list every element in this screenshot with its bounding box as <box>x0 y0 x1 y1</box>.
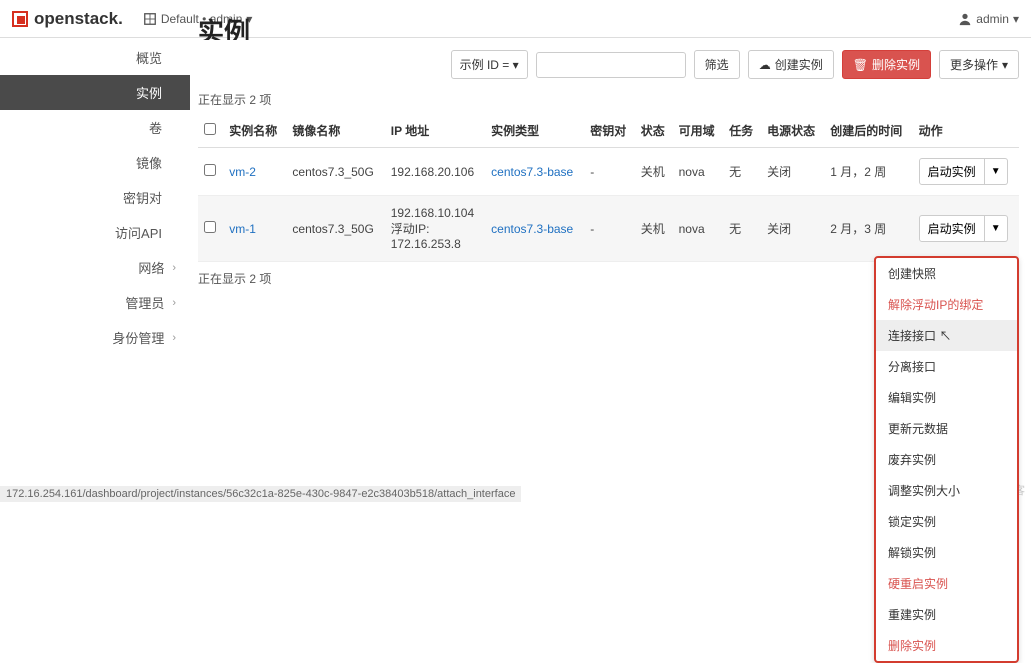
row-checkbox[interactable] <box>204 164 216 176</box>
filter-button[interactable]: 筛选 <box>694 50 740 79</box>
row-action-caret[interactable]: ▼ <box>985 215 1008 242</box>
col-image[interactable]: 镜像名称 <box>286 114 384 148</box>
dropdown-item[interactable]: 锁定实例 <box>876 506 1017 537</box>
dropdown-item[interactable]: 调整实例大小 <box>876 475 1017 506</box>
instance-name-link[interactable]: vm-2 <box>229 165 256 179</box>
main-content: 实例 示例 ID = ▾ 筛选 ☁创建实例 🗑删除实例 更多操作 ▾ 正在显示 … <box>190 38 1031 502</box>
cell-power: 关闭 <box>761 148 824 196</box>
col-flavor[interactable]: 实例类型 <box>485 114 584 148</box>
table-header-row: 实例名称 镜像名称 IP 地址 实例类型 密钥对 状态 可用域 任务 电源状态 … <box>198 114 1019 148</box>
cell-status: 关机 <box>635 196 673 262</box>
cell-image: centos7.3_50G <box>286 148 384 196</box>
chevron-right-icon: › <box>172 262 176 274</box>
cursor-icon: ↖ <box>939 329 951 343</box>
cell-ip: 192.168.20.106 <box>385 148 485 196</box>
cell-task: 无 <box>723 148 761 196</box>
dropdown-item[interactable]: 解除浮动IP的绑定 <box>876 289 1017 320</box>
sidebar-group-admin[interactable]: 管理员› <box>0 285 190 320</box>
col-status[interactable]: 状态 <box>635 114 673 148</box>
sidebar-item-images[interactable]: 镜像 <box>0 145 190 180</box>
sidebar-item-keypairs[interactable]: 密钥对 <box>0 180 190 215</box>
instance-name-link[interactable]: vm-1 <box>229 222 256 236</box>
delete-instance-button[interactable]: 🗑删除实例 <box>842 50 931 79</box>
row-action-button[interactable]: 启动实例 <box>919 158 985 185</box>
chevron-right-icon: › <box>172 297 176 309</box>
openstack-icon <box>12 11 28 27</box>
create-instance-button[interactable]: ☁创建实例 <box>748 50 834 79</box>
sidebar-item-instances[interactable]: 实例 <box>0 75 190 110</box>
dropdown-item[interactable]: 废弃实例 <box>876 444 1017 475</box>
sidebar-item-volumes[interactable]: 卷 <box>0 110 190 145</box>
cell-image: centos7.3_50G <box>286 196 384 262</box>
chevron-right-icon: › <box>172 332 176 344</box>
col-keypair[interactable]: 密钥对 <box>584 114 635 148</box>
sidebar-item-overview[interactable]: 概览 <box>0 40 190 75</box>
dropdown-item[interactable]: 硬重启实例 <box>876 568 1017 599</box>
select-all-checkbox[interactable] <box>204 123 216 135</box>
filter-input[interactable] <box>536 52 686 78</box>
status-bar: 172.16.254.161/dashboard/project/instanc… <box>0 486 521 502</box>
trash-icon: 🗑 <box>853 58 868 72</box>
filter-field-selector[interactable]: 示例 ID = ▾ <box>451 50 528 79</box>
cell-az: nova <box>673 148 724 196</box>
dropdown-item[interactable]: 连接接口 ↖ <box>876 320 1017 351</box>
logo: openstack. <box>12 9 123 29</box>
flavor-link[interactable]: centos7.3-base <box>491 165 573 179</box>
cell-age: 2 月，3 周 <box>824 196 912 262</box>
row-action-caret[interactable]: ▼ <box>985 158 1008 185</box>
more-actions-button[interactable]: 更多操作 ▾ <box>939 50 1019 79</box>
dropdown-item[interactable]: 创建快照 <box>876 258 1017 289</box>
cell-power: 关闭 <box>761 196 824 262</box>
col-name[interactable]: 实例名称 <box>223 114 286 148</box>
table-row: vm-2 centos7.3_50G192.168.20.106 centos7.3… <box>198 148 1019 196</box>
sidebar-group-identity[interactable]: 身份管理› <box>0 320 190 355</box>
row-count-top: 正在显示 2 项 <box>198 91 1019 108</box>
dropdown-item[interactable]: 分离接口 <box>876 351 1017 382</box>
col-az[interactable]: 可用域 <box>673 114 724 148</box>
dropdown-item[interactable]: 重建实例 <box>876 599 1017 630</box>
dropdown-item[interactable]: 编辑实例 <box>876 382 1017 413</box>
dropdown-item[interactable]: 解锁实例 <box>876 537 1017 568</box>
row-actions-dropdown: 创建快照解除浮动IP的绑定连接接口 ↖分离接口编辑实例更新元数据废弃实例调整实例… <box>874 256 1019 663</box>
cell-ip: 192.168.10.104 浮动IP: 172.16.253.8 <box>385 196 485 262</box>
instances-table: 实例名称 镜像名称 IP 地址 实例类型 密钥对 状态 可用域 任务 电源状态 … <box>198 114 1019 262</box>
sidebar-group-network[interactable]: 网络› <box>0 250 190 285</box>
cell-keypair: - <box>584 148 635 196</box>
cell-keypair: - <box>584 196 635 262</box>
sidebar-item-api[interactable]: 访问API <box>0 215 190 250</box>
cell-az: nova <box>673 196 724 262</box>
row-checkbox[interactable] <box>204 221 216 233</box>
dropdown-item[interactable]: 删除实例 <box>876 630 1017 661</box>
cell-task: 无 <box>723 196 761 262</box>
brand-text: openstack. <box>34 9 123 29</box>
col-age[interactable]: 创建后的时间 <box>824 114 912 148</box>
cloud-up-icon: ☁ <box>759 58 771 72</box>
domain-icon <box>143 12 157 26</box>
col-power[interactable]: 电源状态 <box>761 114 824 148</box>
flavor-link[interactable]: centos7.3-base <box>491 222 573 236</box>
toolbar: 示例 ID = ▾ 筛选 ☁创建实例 🗑删除实例 更多操作 ▾ <box>198 50 1019 79</box>
col-ip[interactable]: IP 地址 <box>385 114 485 148</box>
col-actions: 动作 <box>913 114 1019 148</box>
dropdown-item[interactable]: 更新元数据 <box>876 413 1017 444</box>
table-row: vm-1 centos7.3_50G192.168.10.104 浮动IP: 17… <box>198 196 1019 262</box>
page-title: 实例 <box>198 12 1019 40</box>
cell-status: 关机 <box>635 148 673 196</box>
row-action-button[interactable]: 启动实例 <box>919 215 985 242</box>
cell-age: 1 月，2 周 <box>824 148 912 196</box>
col-task[interactable]: 任务 <box>723 114 761 148</box>
sidebar: 概览 实例 卷 镜像 密钥对 访问API 网络› 管理员› 身份管理› <box>0 38 190 502</box>
